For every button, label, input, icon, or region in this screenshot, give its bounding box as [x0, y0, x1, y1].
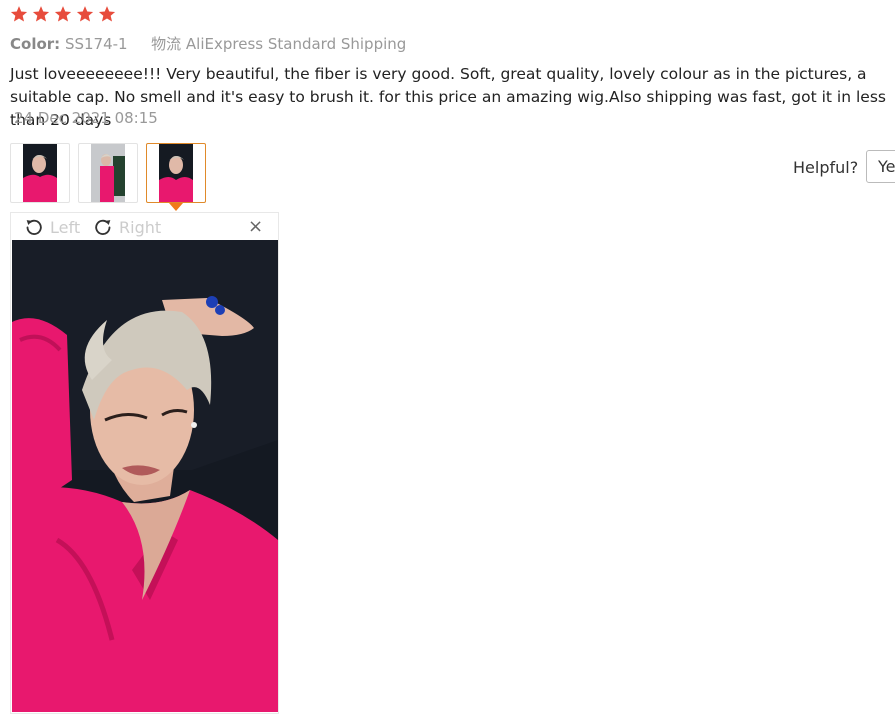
rotate-left-icon [26, 219, 42, 235]
color-label: Color: [10, 35, 61, 53]
star-icon [76, 6, 94, 22]
review-thumbnails [10, 143, 206, 211]
review-photo-large [12, 240, 278, 712]
star-icon [54, 6, 72, 22]
close-icon[interactable]: × [248, 218, 263, 236]
review-photo-thumbnail-3[interactable] [146, 143, 206, 211]
review-photo-thumbnail-1[interactable] [10, 143, 70, 203]
rotate-left-button[interactable]: Left [24, 217, 80, 237]
review-meta: Color: SS174-1 物流 AliExpress Standard Sh… [10, 33, 406, 54]
thumbnail-image [91, 144, 125, 202]
rotate-right-icon [95, 219, 111, 235]
thumbnail-image [23, 144, 57, 202]
rotate-right-button[interactable]: Right [93, 217, 161, 237]
star-icon [98, 6, 116, 22]
star-icon [32, 6, 50, 22]
active-thumbnail-pointer [169, 203, 183, 211]
rotate-right-label: Right [119, 217, 162, 237]
helpful-yes-button[interactable]: Yes [866, 150, 895, 183]
photo-viewer-toolbar: Left Right × [11, 213, 278, 240]
review-date: 24 Dec 2021 08:15 [14, 109, 158, 127]
thumbnail-image [159, 144, 193, 202]
rating-stars [10, 5, 116, 23]
review-photo-thumbnail-2[interactable] [78, 143, 138, 203]
photo-viewer: Left Right × [10, 212, 279, 714]
helpful-label: Helpful? [793, 158, 859, 177]
color-value: SS174-1 [64, 35, 128, 53]
shipping-method: 物流 AliExpress Standard Shipping [151, 35, 407, 53]
rotate-left-label: Left [50, 217, 81, 237]
star-icon [10, 6, 28, 22]
